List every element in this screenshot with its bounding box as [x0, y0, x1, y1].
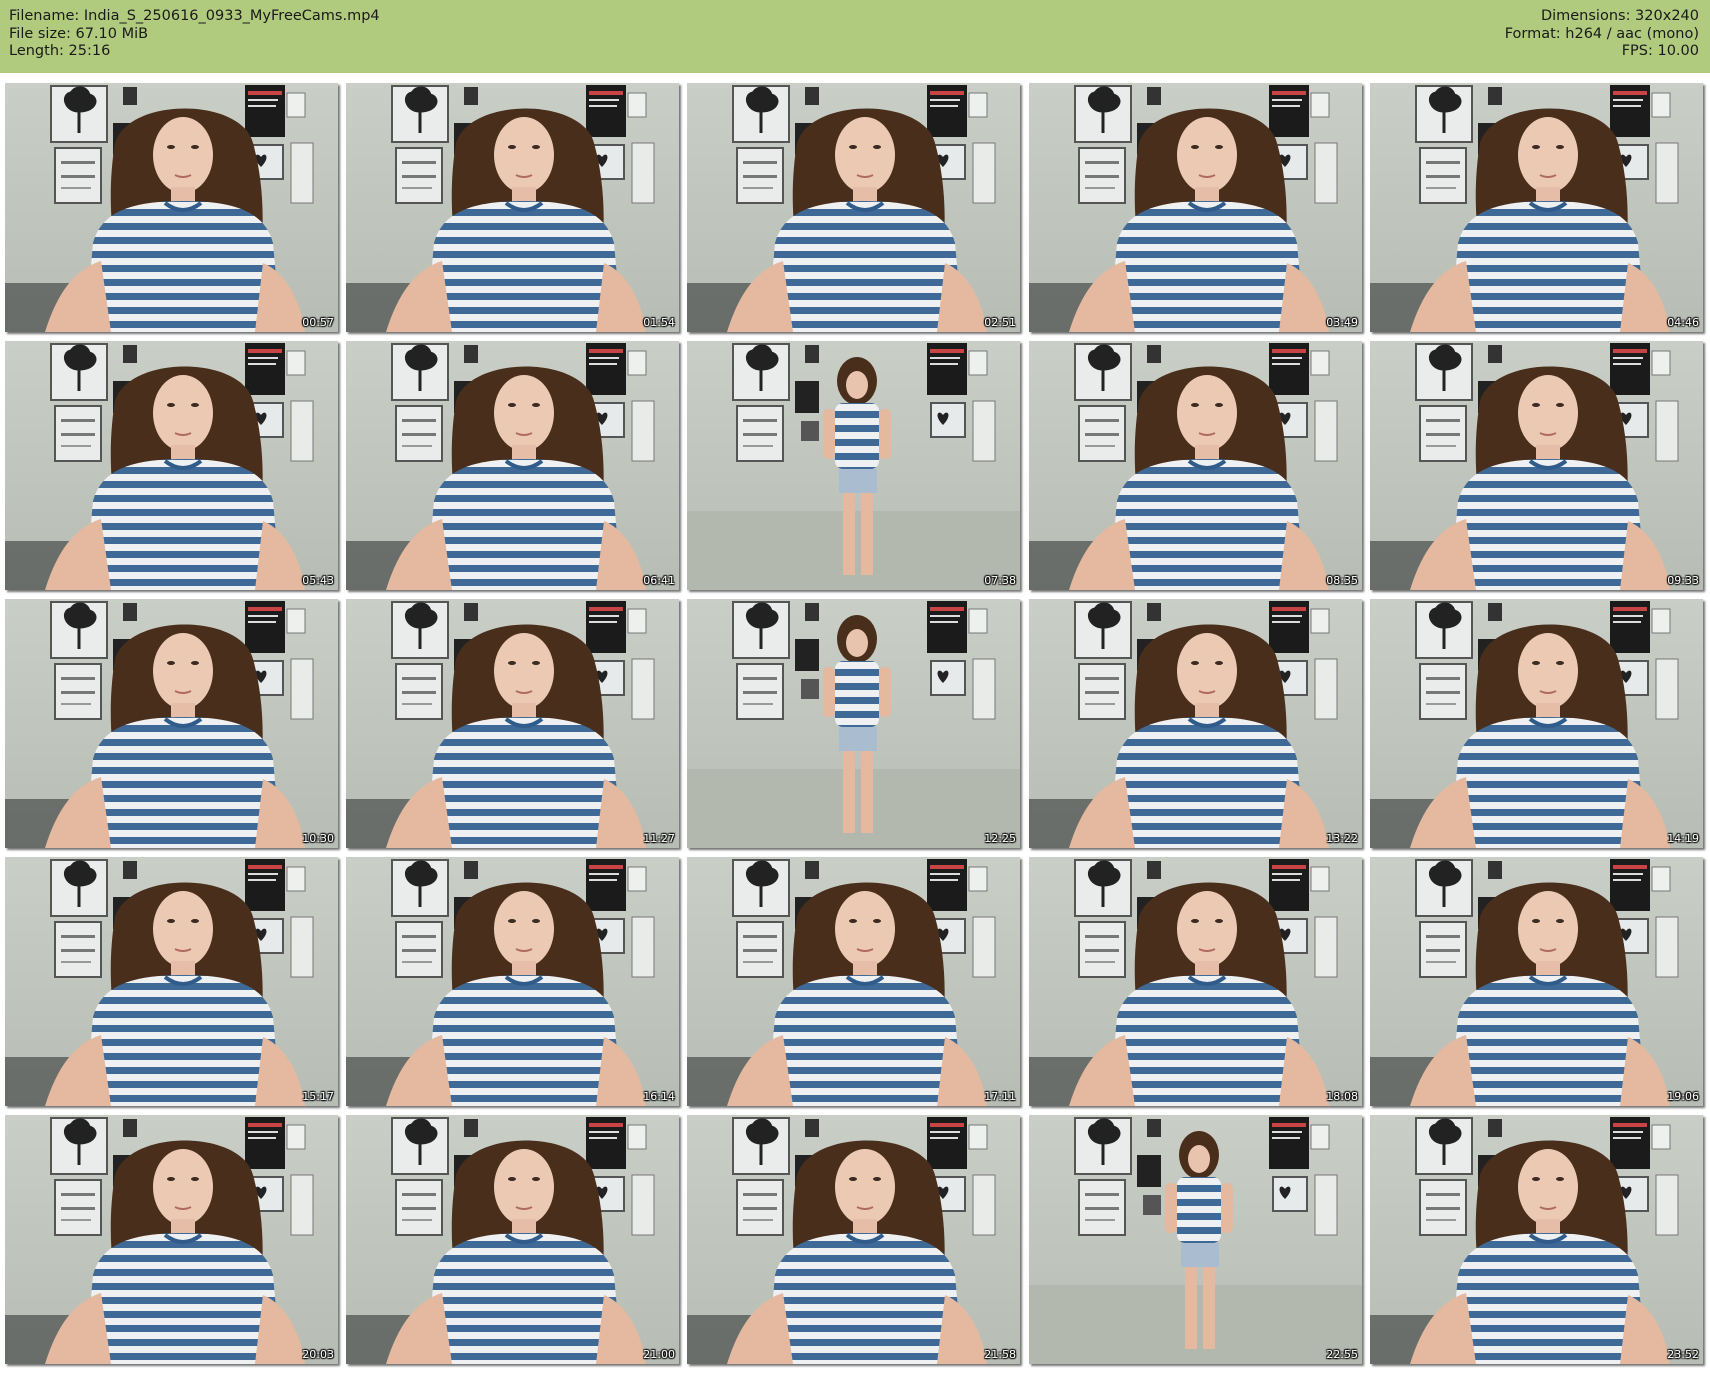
length-text: Length: 25:16	[9, 43, 111, 59]
thumbnail-frame-image	[1370, 599, 1703, 848]
file-info-right: Dimensions: 320x240 Format: h264 / aac (…	[1505, 8, 1699, 61]
video-thumbnail: 10:30	[5, 599, 338, 848]
dimensions-text: Dimensions: 320x240	[1540, 8, 1699, 24]
thumbnail-timestamp: 05:43	[302, 574, 334, 587]
thumbnail-timestamp: 01:54	[643, 316, 675, 329]
thumbnail-frame-image	[346, 83, 679, 332]
thumbnail-frame-image	[5, 1115, 338, 1364]
thumbnail-frame-image	[1029, 1115, 1362, 1364]
thumbnail-frame-image	[5, 341, 338, 590]
thumbnail-timestamp: 07:38	[984, 574, 1016, 587]
thumbnail-frame-image	[346, 857, 679, 1106]
thumbnail-frame-image	[687, 83, 1020, 332]
video-thumbnail: 02:51	[687, 83, 1020, 332]
thumbnail-frame-image	[346, 341, 679, 590]
thumbnail-frame-image	[5, 857, 338, 1106]
thumbnail-frame-image	[687, 341, 1020, 590]
thumbnail-timestamp: 10:30	[302, 832, 334, 845]
thumbnail-frame-image	[1029, 341, 1362, 590]
video-thumbnail: 05:43	[5, 341, 338, 590]
thumbnail-grid: 00:57 01:54 02:51 03:49 04:46 05:43 06:41 07:38…	[5, 83, 1706, 1369]
thumbnail-frame-image	[1370, 1115, 1703, 1364]
video-thumbnail: 08:35	[1029, 341, 1362, 590]
thumbnail-timestamp: 11:27	[643, 832, 675, 845]
thumbnail-timestamp: 22:55	[1326, 1348, 1358, 1361]
thumbnail-frame-image	[346, 1115, 679, 1364]
file-info-left: Filename: India_S_250616_0933_MyFreeCams…	[9, 8, 380, 61]
thumbnail-timestamp: 23:52	[1667, 1348, 1699, 1361]
filesize-text: File size: 67.10 MiB	[9, 25, 149, 42]
video-thumbnail: 19:06	[1370, 857, 1703, 1106]
video-thumbnail: 03:49	[1029, 83, 1362, 332]
thumbnail-frame-image	[1029, 83, 1362, 332]
thumbnail-timestamp: 00:57	[302, 316, 334, 329]
thumbnail-timestamp: 19:06	[1667, 1090, 1699, 1103]
video-thumbnail: 22:55	[1029, 1115, 1362, 1364]
video-thumbnail: 04:46	[1370, 83, 1703, 332]
video-thumbnail: 23:52	[1370, 1115, 1703, 1364]
video-thumbnail: 00:57	[5, 83, 338, 332]
thumbnail-timestamp: 04:46	[1667, 316, 1699, 329]
video-thumbnail: 15:17	[5, 857, 338, 1106]
thumbnail-timestamp: 12:25	[984, 832, 1016, 845]
video-thumbnail: 18:08	[1029, 857, 1362, 1106]
thumbnail-frame-image	[1029, 857, 1362, 1106]
thumbnail-timestamp: 14:19	[1667, 832, 1699, 845]
video-thumbnail: 20:03	[5, 1115, 338, 1364]
thumbnail-frame-image	[687, 599, 1020, 848]
video-thumbnail: 21:58	[687, 1115, 1020, 1364]
video-thumbnail: 11:27	[346, 599, 679, 848]
thumbnail-timestamp: 02:51	[984, 316, 1016, 329]
thumbnail-frame-image	[1370, 341, 1703, 590]
filename-text: Filename: India_S_250616_0933_MyFreeCams…	[9, 8, 380, 24]
thumbnail-timestamp: 08:35	[1326, 574, 1358, 587]
thumbnail-frame-image	[346, 599, 679, 848]
video-thumbnail: 01:54	[346, 83, 679, 332]
thumbnail-timestamp: 03:49	[1326, 316, 1358, 329]
video-thumbnail: 14:19	[1370, 599, 1703, 848]
thumbnail-frame-image	[5, 599, 338, 848]
thumbnail-frame-image	[5, 83, 338, 332]
video-thumbnail: 13:22	[1029, 599, 1362, 848]
thumbnail-timestamp: 06:41	[643, 574, 675, 587]
info-header: Filename: India_S_250616_0933_MyFreeCams…	[0, 0, 1710, 73]
thumbnail-timestamp: 18:08	[1326, 1090, 1358, 1103]
thumbnail-frame-image	[687, 857, 1020, 1106]
format-text: Format: h264 / aac (mono)	[1504, 25, 1699, 42]
thumbnail-timestamp: 21:58	[984, 1348, 1016, 1361]
video-thumbnail: 16:14	[346, 857, 679, 1106]
video-thumbnail: 21:00	[346, 1115, 679, 1364]
video-thumbnail: 06:41	[346, 341, 679, 590]
thumbnail-timestamp: 16:14	[643, 1090, 675, 1103]
thumbnail-timestamp: 13:22	[1326, 832, 1358, 845]
thumbnail-timestamp: 17:11	[984, 1090, 1016, 1103]
thumbnail-frame-image	[687, 1115, 1020, 1364]
thumbnail-timestamp: 21:00	[643, 1348, 675, 1361]
thumbnail-frame-image	[1370, 857, 1703, 1106]
video-thumbnail: 17:11	[687, 857, 1020, 1106]
thumbnail-frame-image	[1370, 83, 1703, 332]
fps-text: FPS: 10.00	[1621, 43, 1699, 59]
video-thumbnail: 09:33	[1370, 341, 1703, 590]
thumbnail-timestamp: 09:33	[1667, 574, 1699, 587]
thumbnail-frame-image	[1029, 599, 1362, 848]
video-thumbnail: 07:38	[687, 341, 1020, 590]
thumbnail-timestamp: 20:03	[302, 1348, 334, 1361]
thumbnail-timestamp: 15:17	[302, 1090, 334, 1103]
video-thumbnail: 12:25	[687, 599, 1020, 848]
